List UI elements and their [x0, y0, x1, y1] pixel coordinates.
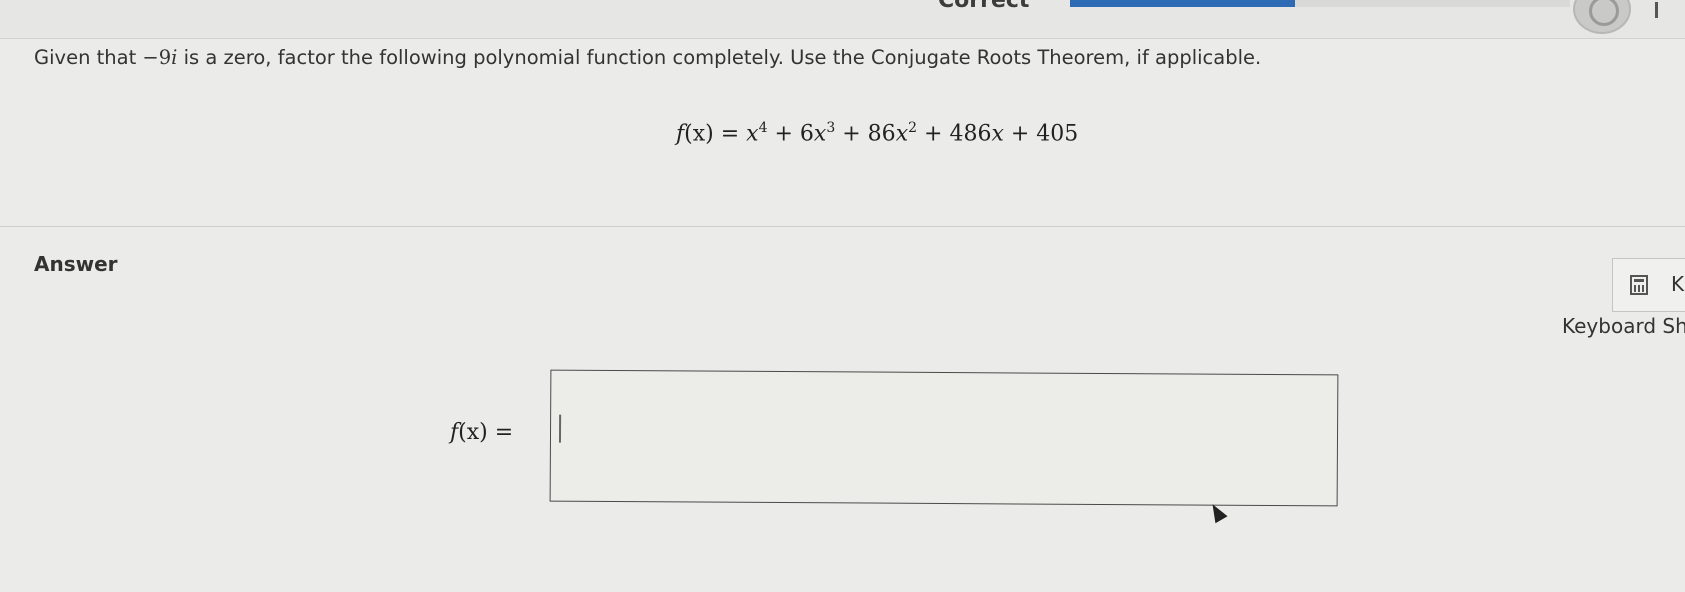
circle-icon [1589, 0, 1619, 26]
eq-term2: + 6 [767, 121, 814, 147]
top-bar: Correct [0, 0, 1685, 39]
question-text: Given that −9i is a zero, factor the fol… [34, 46, 1261, 69]
calculator-button[interactable]: K [1612, 258, 1685, 312]
eq-x3: x [895, 121, 909, 147]
answer-arg: (x) = [458, 420, 514, 445]
answer-f: f [450, 420, 459, 445]
calculator-icon [1630, 275, 1648, 295]
eq-term4: + 486 [917, 121, 992, 147]
question-intro: Given that [34, 46, 143, 69]
polynomial-equation: f(x) = x4 + 6x3 + 86x2 + 486x + 405 [676, 120, 1078, 146]
eq-term5: + 405 [1003, 121, 1079, 147]
eq-exp2: 3 [826, 120, 836, 136]
text-cursor [558, 414, 562, 443]
progress-fill [1070, 0, 1295, 7]
menu-edge-icon[interactable] [1655, 2, 1658, 18]
eq-term3: + 86 [835, 121, 896, 147]
section-divider [0, 226, 1685, 227]
answer-function-label: f(x) = [450, 420, 513, 445]
eq-exp1: 4 [758, 120, 768, 136]
question-instruction: is a zero, factor the following polynomi… [177, 46, 1262, 69]
eq-x1: x [746, 121, 759, 147]
circular-button[interactable] [1573, 0, 1631, 34]
keyboard-shortcuts-link[interactable]: Keyboard Sh [1562, 314, 1685, 338]
given-zero: −9i [142, 46, 177, 69]
calculator-label: K [1671, 272, 1685, 296]
eq-x2: x [813, 121, 827, 147]
eq-f: f [676, 121, 685, 147]
status-text: Correct [938, 0, 1030, 13]
progress-bar [1070, 0, 1570, 7]
eq-arg: (x) = [684, 121, 747, 147]
answer-input[interactable] [549, 369, 1339, 507]
answer-heading: Answer [34, 252, 118, 276]
eq-x4: x [991, 121, 1004, 147]
zero-value: −9 [142, 46, 172, 69]
eq-exp3: 2 [908, 120, 918, 136]
